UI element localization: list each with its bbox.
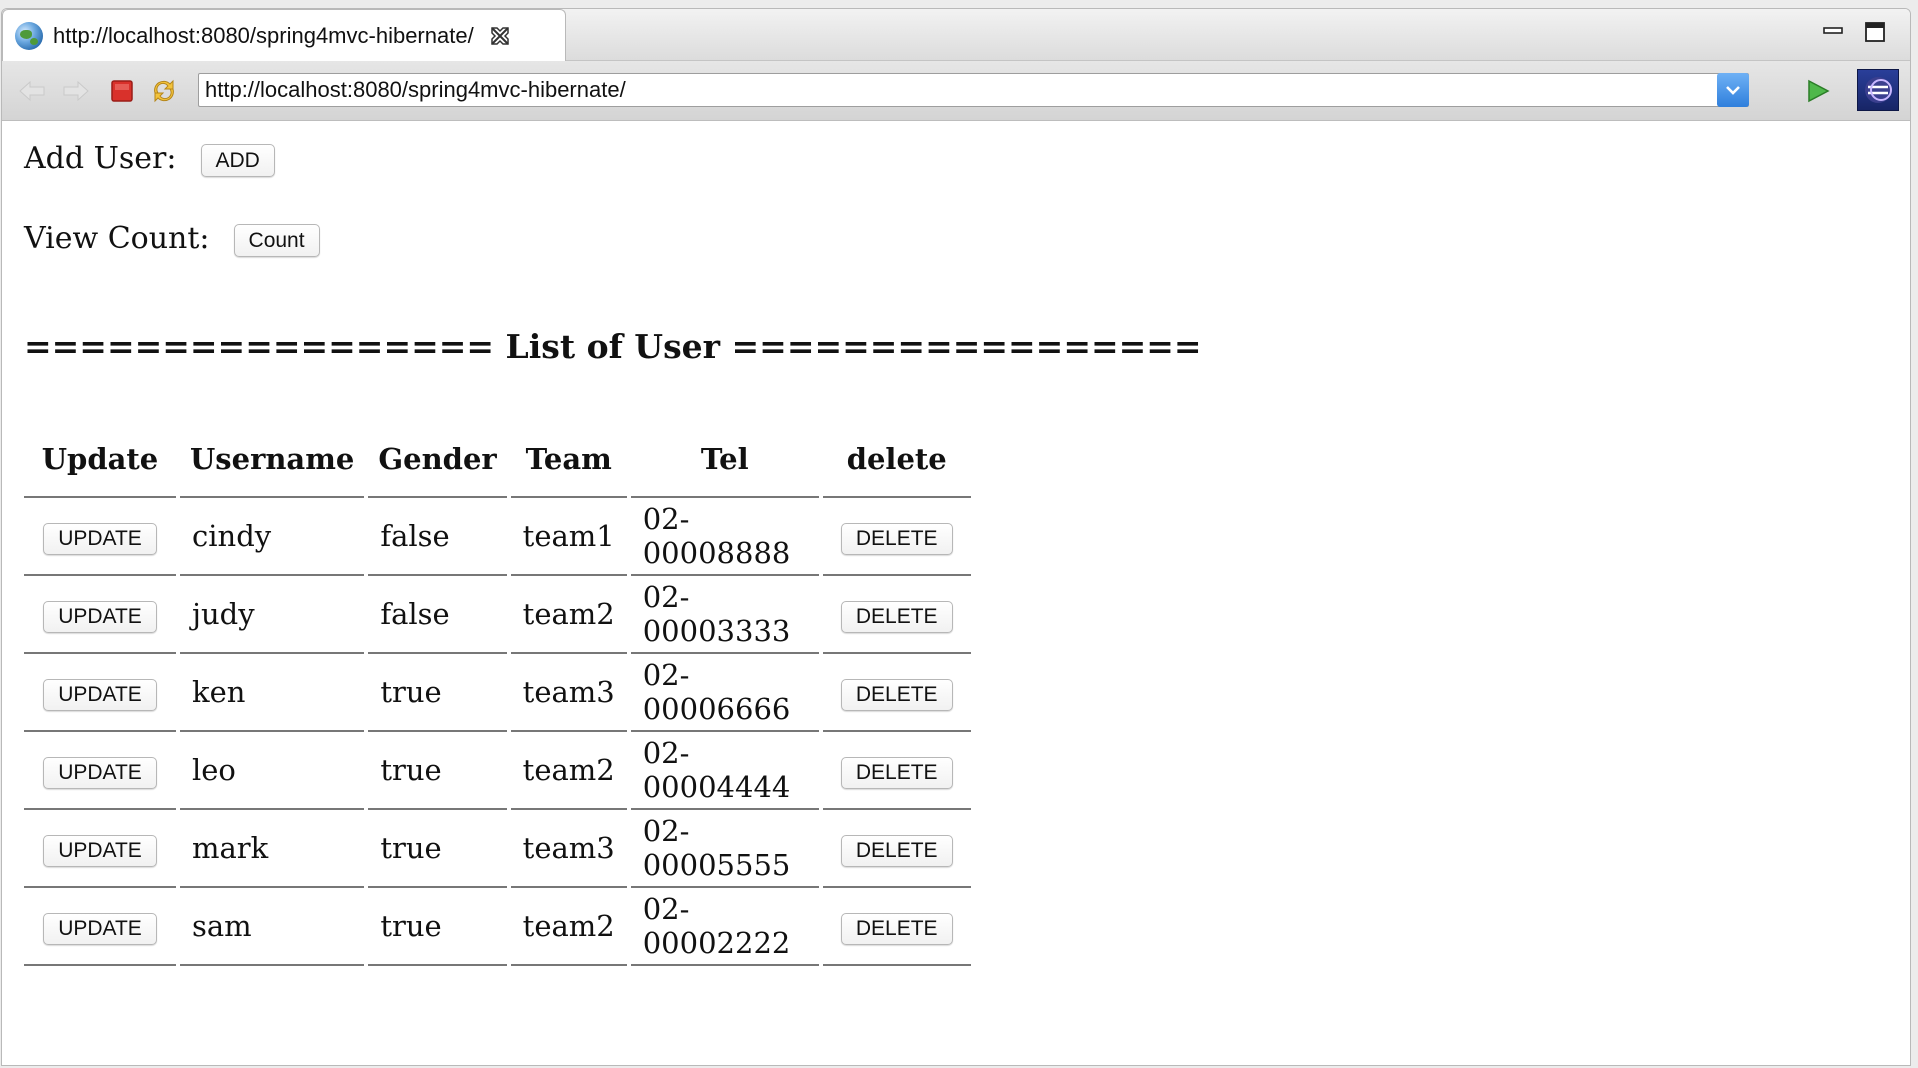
header-gender: Gender xyxy=(368,422,507,498)
table-header-row: Update Username Gender Team Tel delete xyxy=(24,422,971,498)
tel-cell: 02-00006666 xyxy=(630,654,819,732)
add-user-row: Add User: ADD xyxy=(24,140,275,177)
username-cell: leo xyxy=(180,732,365,810)
username-cell: mark xyxy=(180,810,365,888)
delete-cell: DELETE xyxy=(822,888,971,966)
gender-cell: true xyxy=(368,654,507,732)
tel-cell: 02-00005555 xyxy=(630,810,819,888)
update-button[interactable]: UPDATE xyxy=(43,678,157,711)
team-cell: team2 xyxy=(510,576,627,654)
add-button[interactable]: ADD xyxy=(200,144,275,177)
update-cell: UPDATE xyxy=(24,654,176,732)
list-heading: ================= List of User =========… xyxy=(24,327,1202,366)
table-row: UPDATE cindy false team1 02-00008888 DEL… xyxy=(24,498,971,576)
header-username: Username xyxy=(180,422,365,498)
username-cell: sam xyxy=(180,888,365,966)
table-row: UPDATE mark true team3 02-00005555 DELET… xyxy=(24,810,971,888)
tab-title: http://localhost:8080/spring4mvc-hiberna… xyxy=(53,23,474,48)
delete-cell: DELETE xyxy=(822,654,971,732)
update-cell: UPDATE xyxy=(24,576,176,654)
tel-cell: 02-00002222 xyxy=(630,888,819,966)
tel-cell: 02-00008888 xyxy=(630,498,819,576)
play-icon[interactable] xyxy=(1802,75,1834,107)
back-arrow-icon[interactable] xyxy=(16,75,48,107)
gender-cell: true xyxy=(368,810,507,888)
forward-arrow-icon[interactable] xyxy=(60,75,92,107)
tab-bar: http://localhost:8080/spring4mvc-hiberna… xyxy=(2,9,1910,62)
username-cell: ken xyxy=(180,654,365,732)
gender-cell: false xyxy=(368,576,507,654)
table-row: UPDATE judy false team2 02-00003333 DELE… xyxy=(24,576,971,654)
add-user-label: Add User: xyxy=(24,141,177,176)
refresh-icon[interactable] xyxy=(148,75,180,107)
tel-cell: 02-00004444 xyxy=(630,732,819,810)
user-table: Update Username Gender Team Tel delete U… xyxy=(20,422,975,966)
delete-button[interactable]: DELETE xyxy=(840,912,953,945)
tel-cell: 02-00003333 xyxy=(630,576,819,654)
delete-button[interactable]: DELETE xyxy=(840,834,953,867)
update-button[interactable]: UPDATE xyxy=(43,756,157,789)
table-row: UPDATE ken true team3 02-00006666 DELETE xyxy=(24,654,971,732)
header-update: Update xyxy=(24,422,176,498)
update-button[interactable]: UPDATE xyxy=(43,834,157,867)
delete-button[interactable]: DELETE xyxy=(840,600,953,633)
chevron-down-icon[interactable] xyxy=(1717,73,1749,107)
globe-icon xyxy=(15,22,43,50)
update-button[interactable]: UPDATE xyxy=(43,600,157,633)
update-cell: UPDATE xyxy=(24,888,176,966)
count-button[interactable]: Count xyxy=(233,224,320,257)
table-row: UPDATE sam true team2 02-00002222 DELETE xyxy=(24,888,971,966)
page-content: Add User: ADD View Count: Count ========… xyxy=(2,122,1910,1065)
header-team: Team xyxy=(510,422,627,498)
close-icon[interactable] xyxy=(488,24,512,48)
delete-cell: DELETE xyxy=(822,498,971,576)
gender-cell: false xyxy=(368,498,507,576)
team-cell: team3 xyxy=(510,810,627,888)
update-cell: UPDATE xyxy=(24,732,176,810)
username-cell: cindy xyxy=(180,498,365,576)
browser-tab[interactable]: http://localhost:8080/spring4mvc-hiberna… xyxy=(2,9,566,62)
table-row: UPDATE leo true team2 02-00004444 DELETE xyxy=(24,732,971,810)
minimize-icon[interactable] xyxy=(1820,19,1846,45)
team-cell: team1 xyxy=(510,498,627,576)
url-input[interactable]: http://localhost:8080/spring4mvc-hiberna… xyxy=(198,73,1749,107)
delete-cell: DELETE xyxy=(822,576,971,654)
update-button[interactable]: UPDATE xyxy=(43,912,157,945)
delete-button[interactable]: DELETE xyxy=(840,756,953,789)
delete-button[interactable]: DELETE xyxy=(840,522,953,555)
team-cell: team2 xyxy=(510,888,627,966)
maximize-icon[interactable] xyxy=(1862,19,1888,45)
eclipse-icon[interactable] xyxy=(1857,69,1899,111)
delete-button[interactable]: DELETE xyxy=(840,678,953,711)
header-delete: delete xyxy=(822,422,971,498)
update-cell: UPDATE xyxy=(24,498,176,576)
navigation-toolbar: http://localhost:8080/spring4mvc-hiberna… xyxy=(2,61,1910,121)
delete-cell: DELETE xyxy=(822,810,971,888)
delete-cell: DELETE xyxy=(822,732,971,810)
view-count-label: View Count: xyxy=(24,221,210,256)
gender-cell: true xyxy=(368,732,507,810)
stop-icon[interactable] xyxy=(106,75,138,107)
browser-window: http://localhost:8080/spring4mvc-hiberna… xyxy=(1,8,1911,1066)
view-count-row: View Count: Count xyxy=(24,220,320,257)
team-cell: team2 xyxy=(510,732,627,810)
username-cell: judy xyxy=(180,576,365,654)
team-cell: team3 xyxy=(510,654,627,732)
header-tel: Tel xyxy=(630,422,819,498)
update-button[interactable]: UPDATE xyxy=(43,522,157,555)
url-text: http://localhost:8080/spring4mvc-hiberna… xyxy=(205,77,626,102)
gender-cell: true xyxy=(368,888,507,966)
update-cell: UPDATE xyxy=(24,810,176,888)
